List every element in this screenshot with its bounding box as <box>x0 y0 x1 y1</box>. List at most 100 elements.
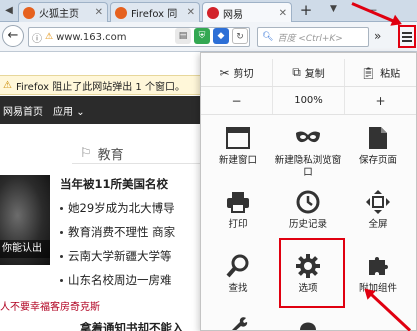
fullscreen-arrows-icon <box>365 189 391 215</box>
adblock-shield-icon[interactable]: ⛨ <box>194 28 210 44</box>
new-tab-icon[interactable]: + <box>296 2 316 20</box>
headline-item[interactable]: 山东名校周边一房难 <box>60 268 203 292</box>
firefox-favicon-icon <box>115 6 127 19</box>
photo-caption[interactable]: 你能认出 <box>0 240 50 258</box>
headline-item[interactable]: 教育消费不理性 商家 <box>60 220 203 244</box>
cut-button[interactable]: ✂ 剪切 <box>201 59 273 86</box>
hamburger-bar <box>402 31 412 34</box>
tab-firefox-home[interactable]: 火狐主页 ✕ <box>18 2 108 22</box>
netease-favicon-icon <box>207 7 219 19</box>
search-engine-icon[interactable]: 🔍︎ <box>262 32 273 42</box>
site-info-icon[interactable]: ⓘ <box>32 30 42 45</box>
graduation-cap-icon: ⚐ <box>80 146 92 161</box>
overflow-chevron-icon[interactable]: » <box>374 29 381 43</box>
zoom-level: 100% <box>294 95 323 106</box>
extension-icon[interactable]: ◆ <box>213 28 229 44</box>
sync-icon <box>295 315 321 331</box>
site-nav-bar: 网易首页 应用 ⌄ <box>0 96 200 124</box>
private-mask-icon <box>295 125 321 151</box>
window-icon <box>225 125 251 151</box>
close-tab-icon[interactable]: ✕ <box>279 8 287 19</box>
bullet <box>60 230 63 234</box>
menu-item-label: 历史记录 <box>288 219 327 230</box>
headline-text: 当年被11所美国名校 <box>60 177 169 191</box>
headline-item[interactable]: 云南大学新疆大学等 <box>60 244 203 268</box>
menu-item-label: 保存页面 <box>358 155 397 166</box>
menu-item-label: 查找 <box>228 283 248 294</box>
hamburger-bar <box>402 35 412 38</box>
tab-label: 网易 <box>223 9 243 21</box>
new-private-window-button[interactable]: 新建隐私浏览窗口 <box>273 119 343 191</box>
menu-item-label: 全屏 <box>368 219 388 230</box>
section-divider <box>72 163 202 164</box>
tab-firefox-sync[interactable]: Firefox 同 ✕ <box>110 2 200 22</box>
reader-view-icon[interactable]: ▤ <box>175 28 191 44</box>
zoom-controls-row: − 100% + <box>201 87 416 115</box>
new-window-button[interactable]: 新建窗口 <box>203 119 273 191</box>
document-icon <box>365 125 391 151</box>
headline-item[interactable]: 拿着通知书却不能入 <box>80 316 184 331</box>
page-byline[interactable]: 人不要幸福客房奇克斯 <box>0 298 100 313</box>
search-input[interactable]: 🔍︎ 百度 <Ctrl+K> <box>257 27 369 47</box>
nav-apps-link[interactable]: 应用 ⌄ <box>53 103 85 118</box>
menu-item-label: 打印 <box>228 219 248 230</box>
headline-item[interactable]: 当年被11所美国名校 <box>60 172 203 196</box>
magnifier-icon <box>225 253 251 279</box>
zoom-reset-button[interactable]: 100% <box>273 87 345 114</box>
tab-label: Firefox 同 <box>131 9 178 20</box>
chevron-down-icon: ⌄ <box>76 106 85 118</box>
copy-icon: ⧉ <box>292 65 301 79</box>
headline-text: 山东名校周边一房难 <box>68 273 172 287</box>
section-title[interactable]: 教育 <box>98 144 124 163</box>
reload-icon[interactable]: ↻ <box>232 28 248 44</box>
back-button[interactable]: ← <box>2 25 24 47</box>
developer-button[interactable] <box>203 311 273 331</box>
close-tab-icon[interactable]: ✕ <box>95 7 103 18</box>
print-button[interactable]: 打印 <box>203 183 273 255</box>
fullscreen-button[interactable]: 全屏 <box>343 183 413 255</box>
tab-label: 火狐主页 <box>39 9 79 20</box>
paste-button[interactable]: 📋︎ 粘贴 <box>345 59 416 86</box>
find-button[interactable]: 查找 <box>203 247 273 319</box>
bullet <box>60 254 63 258</box>
addons-button[interactable]: 附加组件 <box>343 247 413 319</box>
headline-item[interactable]: 她29岁成为北大博导 <box>60 196 203 220</box>
copy-button[interactable]: ⧉ 复制 <box>273 59 345 86</box>
bullet <box>60 206 63 210</box>
scissors-icon: ✂ <box>219 65 230 80</box>
cut-label: 剪切 <box>233 69 254 80</box>
open-menu-button[interactable] <box>398 25 416 48</box>
close-tab-icon[interactable]: ✕ <box>187 7 195 18</box>
tab-netease[interactable]: 网易 ✕ <box>202 2 292 23</box>
options-highlight-box <box>279 238 345 308</box>
zoom-out-button[interactable]: − <box>201 87 273 114</box>
url-text: www.163.com <box>56 31 127 43</box>
nav-home-link[interactable]: 网易首页 <box>3 103 43 118</box>
popup-blocked-notification: ⚠ Firefox 阻止了此网站弹出 1 个窗口。 <box>0 75 200 95</box>
printer-icon <box>225 189 251 215</box>
bullet <box>60 278 63 282</box>
tab-list-chevron-icon[interactable]: ▼ <box>330 4 337 14</box>
hamburger-bar <box>402 39 412 42</box>
nav-apps-label: 应用 <box>53 106 73 118</box>
headline-text: 她29岁成为北大博导 <box>68 201 175 215</box>
sync-button[interactable] <box>273 311 343 331</box>
copy-label: 复制 <box>304 69 325 80</box>
popup-blocked-icon[interactable]: ⚠ <box>45 32 53 42</box>
education-section-header: ⚐ 教育 <box>80 144 124 163</box>
firefox-menu-panel: ✂ 剪切 ⧉ 复制 📋︎ 粘贴 − 100% + 新建窗口 新建隐私浏览窗口 保… <box>200 52 417 331</box>
clock-icon <box>295 189 321 215</box>
plus-icon: + <box>375 93 386 108</box>
zoom-in-button[interactable]: + <box>345 87 416 114</box>
headline-text: 拿着通知书却不能入 <box>80 321 184 331</box>
notification-text: Firefox 阻止了此网站弹出 1 个窗口。 <box>15 81 185 93</box>
tab-scroll-left-icon[interactable]: ◀ <box>2 2 16 20</box>
save-page-button[interactable]: 保存页面 <box>343 119 413 191</box>
clipboard-icon: 📋︎ <box>360 65 377 80</box>
firefox-favicon-icon <box>23 6 35 19</box>
navigation-toolbar: ← ⓘ ⚠ www.163.com ☆ ▤ ⛨ ◆ ↻ 🔍︎ 百度 <Ctrl+… <box>0 22 417 52</box>
menu-item-label: 新建窗口 <box>218 155 257 166</box>
puzzle-piece-icon <box>365 253 391 279</box>
minus-icon: − <box>231 93 242 108</box>
menu-item-label: 附加组件 <box>358 283 397 294</box>
